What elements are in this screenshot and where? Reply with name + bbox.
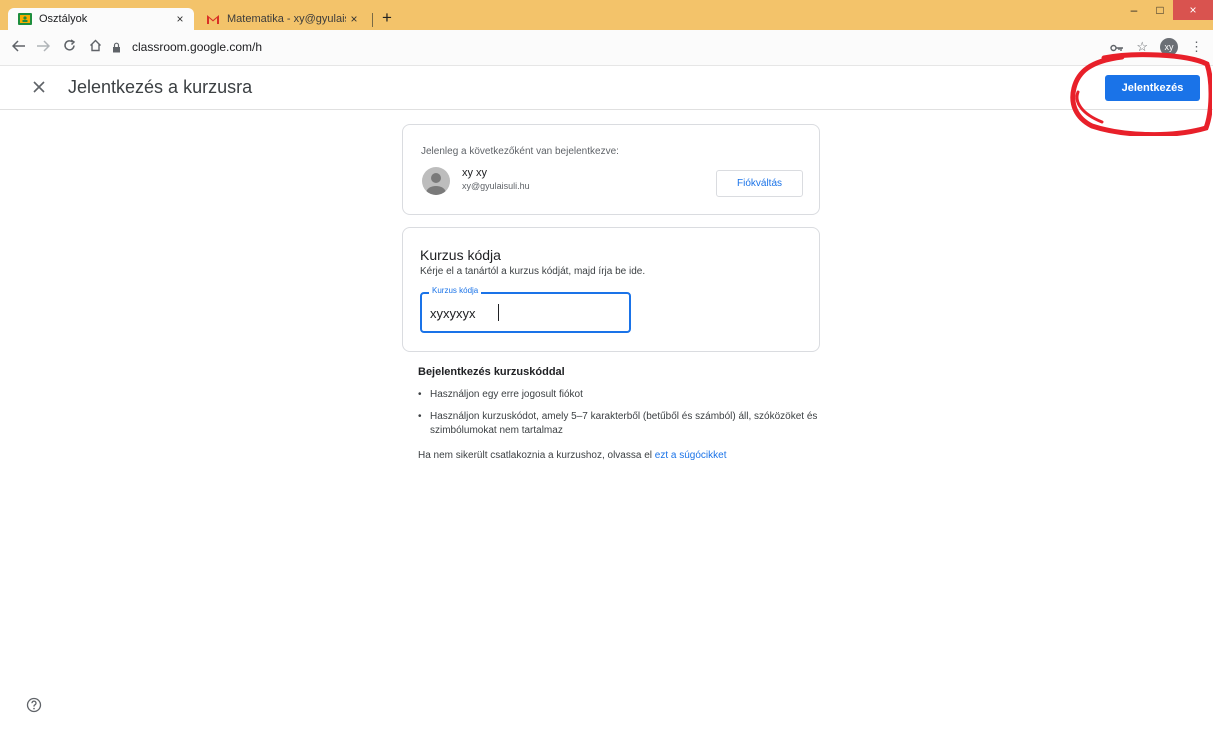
user-name: xy xy: [462, 167, 488, 179]
tab-matematika[interactable]: Matematika - xy@gyulaisuli.hu - ×: [196, 8, 368, 30]
toolbar-actions: ☆ xy ⋮: [1110, 36, 1203, 58]
info-section: Bejelentkezés kurzuskóddal Használjon eg…: [418, 366, 818, 461]
forward-arrow-icon[interactable]: [32, 36, 54, 58]
page-title: Jelentkezés a kurzusra: [68, 77, 253, 97]
switch-account-button[interactable]: Fiókváltás: [716, 170, 803, 197]
address-text: classroom.google.com/h: [132, 40, 263, 54]
browser-tab-strip: Osztályok × Matematika - xy@gyulaisuli.h…: [0, 0, 1213, 30]
reload-icon[interactable]: [58, 36, 80, 58]
app-header: Jelentkezés a kurzusra Jelentkezés: [0, 66, 1213, 110]
user-avatar-icon: [422, 167, 450, 195]
minimize-icon[interactable]: –: [1121, 0, 1147, 20]
tab-close-icon[interactable]: ×: [172, 12, 188, 26]
info-bullet: Használjon kurzuskódot, amely 5–7 karakt…: [418, 410, 818, 438]
close-icon[interactable]: [28, 76, 50, 98]
back-arrow-icon[interactable]: [8, 36, 30, 58]
window-close-icon[interactable]: ×: [1173, 0, 1213, 20]
help-line: Ha nem sikerült csatlakoznia a kurzushoz…: [418, 450, 818, 461]
course-code-field[interactable]: [420, 292, 631, 333]
text-cursor: [498, 304, 499, 321]
join-button[interactable]: Jelentkezés: [1105, 75, 1200, 101]
help-icon[interactable]: [26, 697, 42, 713]
course-code-input[interactable]: [430, 304, 610, 322]
tab-osztalyok[interactable]: Osztályok ×: [8, 8, 194, 30]
address-bar[interactable]: classroom.google.com/h: [112, 36, 1112, 58]
course-code-title: Kurzus kódja: [420, 247, 501, 263]
new-tab-icon[interactable]: +: [378, 9, 396, 27]
menu-dots-icon[interactable]: ⋮: [1190, 39, 1203, 55]
key-icon[interactable]: [1110, 40, 1124, 55]
info-bullet: Használjon egy erre jogosult fiókot: [418, 388, 818, 402]
course-code-card: Kurzus kódja Kérje el a tanártól a kurzu…: [402, 227, 820, 352]
browser-toolbar: classroom.google.com/h ☆ xy ⋮: [0, 30, 1213, 66]
signed-in-label: Jelenleg a következőként van bejelentkez…: [421, 146, 619, 157]
tab-close-icon[interactable]: ×: [346, 12, 362, 26]
user-email: xy@gyulaisuli.hu: [462, 181, 530, 191]
tab-separator: [372, 13, 373, 27]
window-controls: – □ ×: [1121, 0, 1213, 22]
course-code-description: Kérje el a tanártól a kurzus kódját, maj…: [420, 266, 646, 277]
star-icon[interactable]: ☆: [1136, 39, 1148, 55]
tab-title: Matematika - xy@gyulaisuli.hu -: [227, 13, 346, 25]
help-text: Ha nem sikerült csatlakoznia a kurzushoz…: [418, 450, 652, 461]
help-article-link[interactable]: ezt a súgócikket: [655, 450, 727, 461]
home-icon[interactable]: [84, 36, 106, 58]
gmail-favicon-icon: [206, 12, 220, 26]
profile-avatar[interactable]: xy: [1160, 38, 1178, 56]
classroom-favicon-icon: [18, 12, 32, 26]
account-card: Jelenleg a következőként van bejelentkez…: [402, 124, 820, 215]
info-heading: Bejelentkezés kurzuskóddal: [418, 366, 565, 378]
maximize-icon[interactable]: □: [1147, 0, 1173, 20]
lock-icon: [112, 42, 126, 53]
screen: Osztályok × Matematika - xy@gyulaisuli.h…: [0, 0, 1213, 729]
tab-title: Osztályok: [39, 13, 88, 25]
course-code-field-label: Kurzus kódja: [429, 286, 482, 295]
